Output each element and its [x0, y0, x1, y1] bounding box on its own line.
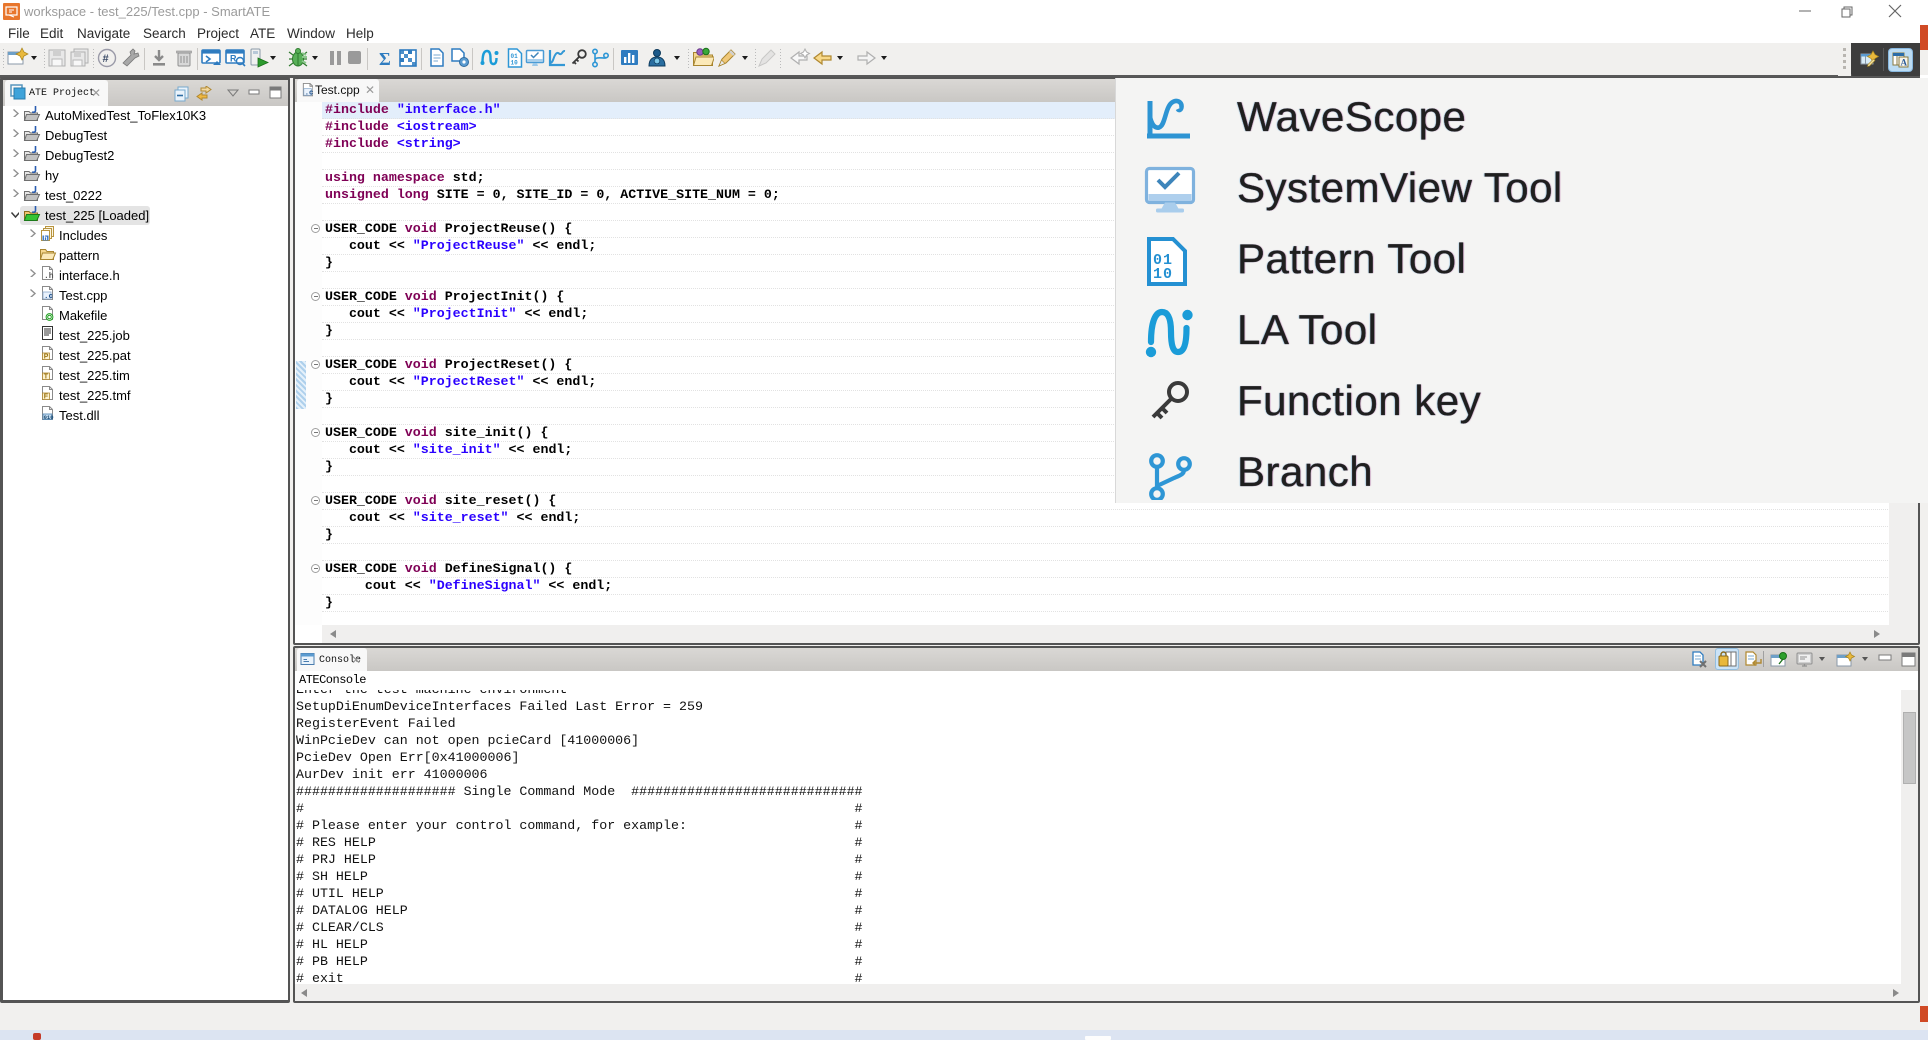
svg-text:Σ: Σ [379, 49, 391, 69]
svg-text:10: 10 [511, 60, 519, 67]
svg-text:#: # [103, 53, 109, 65]
svg-text:A: A [1901, 58, 1908, 68]
svg-text:10: 10 [1153, 266, 1173, 283]
